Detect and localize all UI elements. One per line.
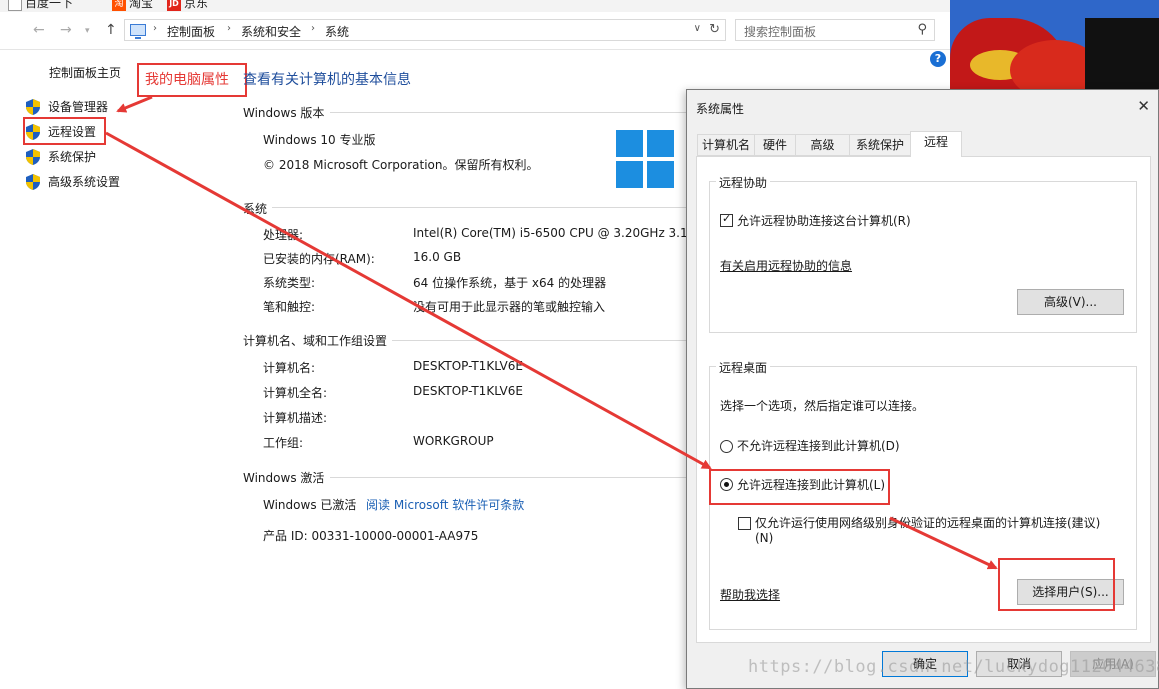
processor-value: Intel(R) Core(TM) i5-6500 CPU @ 3.20GHz … [413,226,688,240]
baidu-icon [8,0,22,11]
select-users-button[interactable]: 选择用户(S)... [1017,579,1124,605]
apply-button[interactable]: 应用(A) [1070,651,1156,677]
nla-label-shortcut[interactable]: (N) [755,531,773,545]
edition-heading: Windows 版本 [243,106,325,120]
dialog-title: 系统属性 [696,102,745,116]
cancel-button[interactable]: 取消 [976,651,1062,677]
activation-status: Windows 已激活 [263,498,357,512]
tab-computer-name[interactable]: 计算机名 [697,134,755,156]
navigation-bar: ← → ▾ ↑ › 控制面板 › 系统和安全 › 系统 ∨ ↻ 搜索控制面板 ⚲ [0,12,950,50]
search-placeholder: 搜索控制面板 [744,25,817,39]
tab-system-protection[interactable]: 系统保护 [849,134,911,156]
remote-assistance-group: 远程协助 允许远程协助连接这台计算机(R) 有关启用远程协助的信息 高级(V).… [709,174,1137,333]
edition-copyright: © 2018 Microsoft Corporation。保留所有权利。 [263,158,539,172]
breadcrumb-separator-icon[interactable]: › [311,23,315,34]
system-type-value: 64 位操作系统，基于 x64 的处理器 [413,276,607,290]
breadcrumb-system-security[interactable]: 系统和安全 [241,23,301,40]
bookmarks-bar: 百度一下 淘淘宝 JD 京东 [0,0,950,12]
system-properties-dialog: 系统属性 ✕ 计算机名 硬件 高级 系统保护 远程 远程协助 允许远程协助连接这… [686,89,1159,689]
taobao-icon: 淘 [112,0,126,11]
ok-button[interactable]: 确定 [882,651,968,677]
left-item-device-manager[interactable]: 设备管理器 [26,98,108,116]
breadcrumb-control-panel[interactable]: 控制面板 [167,23,215,40]
breadcrumb-separator-icon[interactable]: › [227,23,231,34]
remote-desktop-title: 远程桌面 [716,359,771,376]
left-item-remote-settings[interactable]: 远程设置 [26,123,96,141]
forward-arrow-icon[interactable]: → [60,22,72,38]
remote-assistance-title: 远程协助 [716,174,771,191]
bookmark-baidu[interactable]: 百度一下 [8,0,73,11]
tab-remote[interactable]: 远程 [910,131,962,157]
processor-label: 处理器: [263,228,304,242]
control-panel-home-link[interactable]: 控制面板主页 [49,64,121,81]
system-heading: 系统 [243,202,268,216]
computer-name-value: DESKTOP-T1KLV6E [413,359,523,373]
edition-name: Windows 10 专业版 [263,133,376,147]
uac-shield-icon [26,98,40,115]
refresh-icon[interactable]: ↻ [709,22,720,37]
up-arrow-icon[interactable]: ↑ [105,22,117,38]
pen-touch-value: 没有可用于此显示器的笔或触控输入 [413,300,606,314]
system-type-label: 系统类型: [263,276,316,290]
allow-assistance-checkbox[interactable] [720,212,733,227]
recent-chevron-icon[interactable]: ▾ [85,26,90,36]
control-panel-icon [130,24,146,39]
nla-label[interactable]: 仅允许运行使用网络级别身份验证的远程桌面的计算机连接(建议) [755,514,1100,531]
uac-shield-icon [26,123,40,140]
breadcrumb-separator-icon[interactable]: › [153,23,157,34]
computer-name-label: 计算机名: [263,361,316,375]
close-icon[interactable]: ✕ [1137,97,1150,115]
activation-heading: Windows 激活 [243,471,325,485]
allow-remote-label[interactable]: 允许远程连接到此计算机(L) [737,476,885,493]
remote-desktop-group: 远程桌面 选择一个选项，然后指定谁可以连接。 不允许远程连接到此计算机(D) 允… [709,359,1137,630]
bookmark-jd[interactable]: JD 京东 [167,0,208,11]
license-terms-link[interactable]: 阅读 Microsoft 软件许可条款 [366,496,524,513]
product-id: 产品 ID: 00331-10000-00001-AA975 [263,529,479,543]
workgroup-value: WORKGROUP [413,434,494,448]
computer-heading: 计算机名、域和工作组设置 [243,334,388,348]
workgroup-label: 工作组: [263,436,304,450]
advanced-button[interactable]: 高级(V)... [1017,289,1124,315]
nla-checkbox[interactable] [738,517,751,530]
left-item-system-protection[interactable]: 系统保护 [26,148,96,166]
full-name-label: 计算机全名: [263,386,328,400]
left-item-advanced-settings[interactable]: 高级系统设置 [26,173,120,191]
full-name-value: DESKTOP-T1KLV6E [413,384,523,398]
pen-touch-label: 笔和触控: [263,300,316,314]
ram-value: 16.0 GB [413,250,462,264]
ram-label: 已安装的内存(RAM): [263,252,375,266]
back-arrow-icon[interactable]: ← [33,22,45,38]
page-title: 查看有关计算机的基本信息 [243,72,411,88]
tab-advanced[interactable]: 高级 [795,134,850,156]
remote-tab-panel: 远程协助 允许远程协助连接这台计算机(R) 有关启用远程协助的信息 高级(V).… [696,156,1151,643]
annotation-label: 我的电脑属性 [145,72,229,88]
assistance-info-link[interactable]: 有关启用远程协助的信息 [720,257,852,274]
deny-remote-label[interactable]: 不允许远程连接到此计算机(D) [737,437,900,454]
allow-assistance-label[interactable]: 允许远程协助连接这台计算机(R) [737,212,911,229]
address-bar[interactable]: › 控制面板 › 系统和安全 › 系统 ∨ ↻ [124,19,726,41]
allow-remote-radio[interactable] [720,478,733,491]
help-choose-link[interactable]: 帮助我选择 [720,586,780,603]
jd-icon: JD [167,0,181,11]
uac-shield-icon [26,173,40,190]
description-label: 计算机描述: [263,411,328,425]
deny-remote-radio[interactable] [720,440,733,453]
windows-logo-icon [616,130,674,188]
bookmark-taobao[interactable]: 淘淘宝 [112,0,153,11]
desktop-wallpaper [950,0,1159,95]
address-dropdown-icon[interactable]: ∨ [694,23,701,34]
arrow-to-device-manager [116,95,153,113]
search-box[interactable]: 搜索控制面板 ⚲ [735,19,935,41]
help-icon[interactable]: ? [930,51,946,67]
search-icon[interactable]: ⚲ [917,22,927,37]
tab-hardware[interactable]: 硬件 [754,134,796,156]
uac-shield-icon [26,148,40,165]
remote-desktop-intro: 选择一个选项，然后指定谁可以连接。 [720,399,925,413]
breadcrumb-system[interactable]: 系统 [325,23,349,40]
